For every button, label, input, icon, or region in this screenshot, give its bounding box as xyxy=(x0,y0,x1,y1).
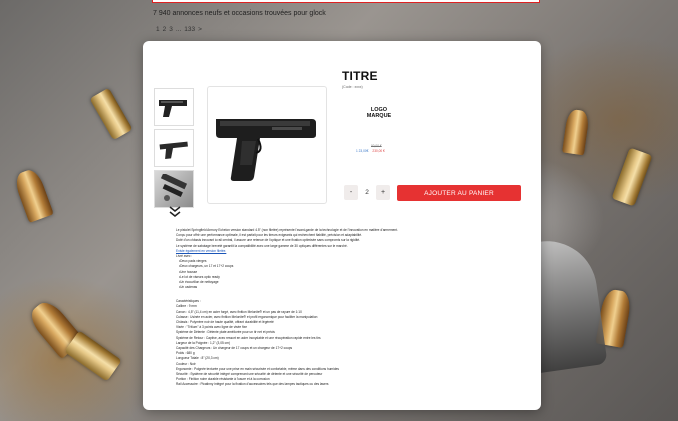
page-link-3[interactable]: 3 xyxy=(169,26,173,33)
page-ellipsis: ... xyxy=(175,26,182,33)
top-bar xyxy=(152,0,540,3)
thumbnail-list xyxy=(154,88,196,211)
bullet-shape xyxy=(562,108,590,156)
quantity-decrease-button[interactable]: - xyxy=(344,185,358,200)
pistol-thumbnail-icon xyxy=(159,100,187,117)
pagination: 1 2 3 ... 133 > xyxy=(156,26,202,33)
brand-logo-line2: MARQUE xyxy=(366,113,392,120)
spec-line: Rail Accessoire : Picatinny intégré pour… xyxy=(176,382,329,387)
product-code: (Code : xxxx) xyxy=(342,85,363,89)
quantity-value[interactable]: 2 xyxy=(358,189,376,196)
price-block: 00,00 € 1 23,00€ 230,00 € xyxy=(356,144,521,153)
casing-shape xyxy=(89,87,133,141)
thumbnail-pistol-accessories[interactable] xyxy=(154,170,194,208)
thumbnail-pistol-side[interactable] xyxy=(154,88,194,126)
product-modal: TITRE (Code : xxxx) LOGO MARQUE 00,00 € … xyxy=(143,41,541,410)
box-contents-list: Deux pads vierges Deux chargeurs, un 17 … xyxy=(176,259,496,290)
pistol-image-icon xyxy=(216,119,316,181)
page-link-2[interactable]: 2 xyxy=(163,26,167,33)
page-link-133[interactable]: 133 xyxy=(184,26,195,33)
add-to-cart-button[interactable]: AJOUTER AU PANIER xyxy=(397,185,521,201)
bullet-shape xyxy=(12,167,54,223)
double-chevron-down-icon[interactable] xyxy=(168,206,182,218)
price-secondary: 230,00 € xyxy=(372,148,385,153)
quantity-stepper: - 2 + xyxy=(344,185,390,200)
page-link-1[interactable]: 1 xyxy=(156,26,160,33)
thumbnail-pistol-angle[interactable] xyxy=(154,129,194,167)
brand-logo: LOGO MARQUE xyxy=(362,107,396,119)
product-description: Le pistolet Springfield Armory Echelon v… xyxy=(176,228,496,387)
pistol-thumbnail-icon xyxy=(159,141,188,159)
next-page-link[interactable]: > xyxy=(198,26,202,33)
pistol-kit-thumbnail-icon xyxy=(160,174,188,201)
casing-shape xyxy=(611,147,653,207)
quantity-increase-button[interactable]: + xyxy=(376,185,390,200)
casing-shape xyxy=(64,330,122,382)
result-count: 7 940 annonces neufs et occasions trouvé… xyxy=(153,10,326,17)
product-info: TITRE (Code : xxxx) LOGO MARQUE 00,00 € … xyxy=(342,69,521,153)
product-title: TITRE xyxy=(342,69,378,83)
main-product-image[interactable] xyxy=(207,86,327,204)
price-primary: 1 23,00€ xyxy=(356,148,369,153)
